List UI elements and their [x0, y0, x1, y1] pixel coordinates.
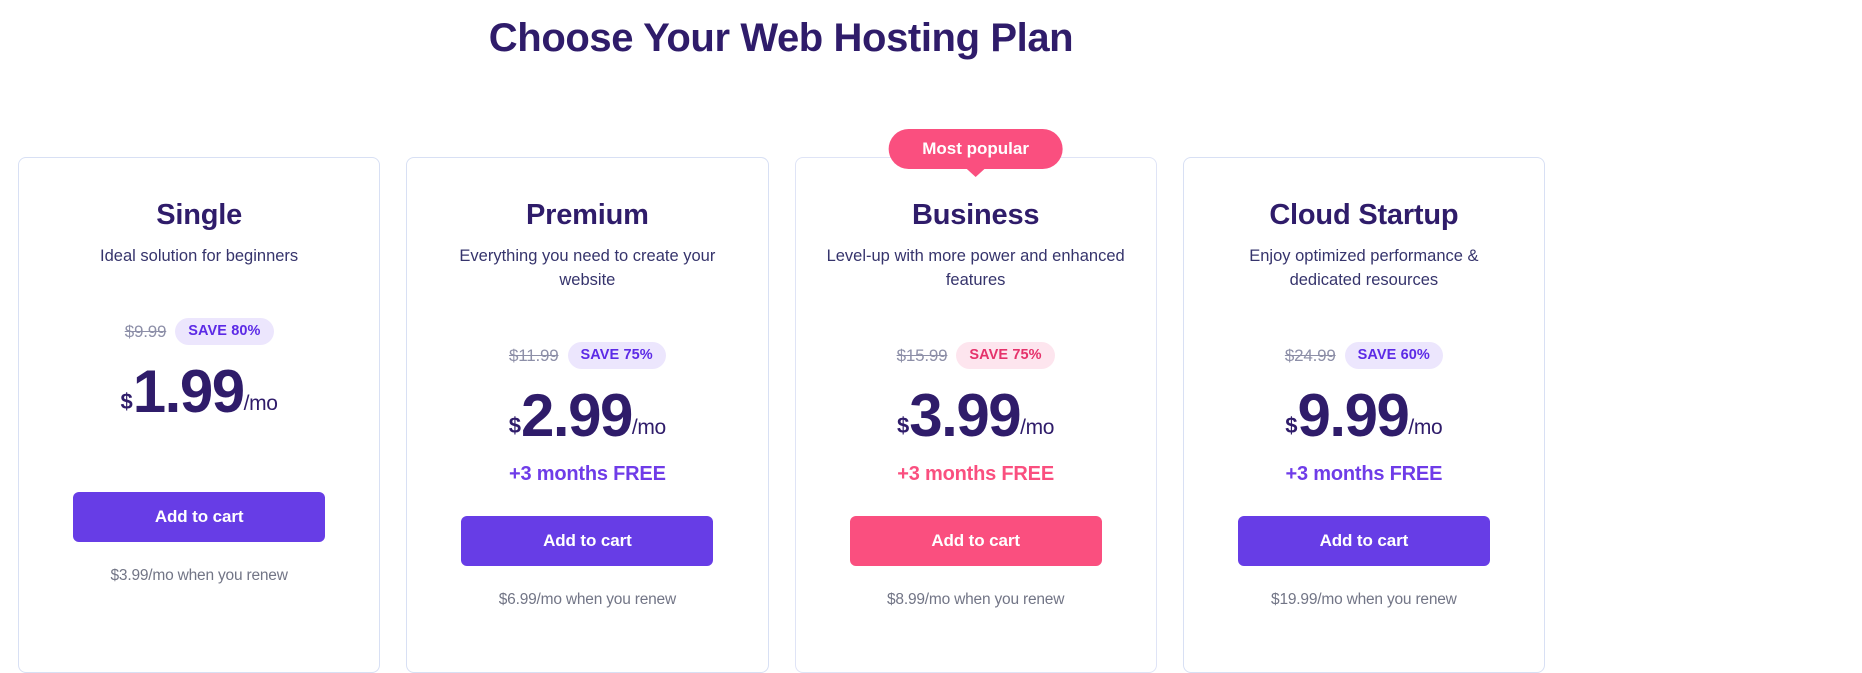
price-amount: 2.99 [521, 381, 633, 449]
page-title: Choose Your Web Hosting Plan [488, 16, 1074, 60]
discount-row: $24.99 SAVE 60% [1285, 341, 1443, 371]
currency-symbol: $ [897, 412, 910, 438]
plan-description: Ideal solution for beginners [100, 246, 299, 265]
renewal-note: $3.99/mo when you renew [110, 566, 288, 584]
pricing-card-single[interactable]: Single Ideal solution for beginners $9.9… [18, 157, 381, 673]
price-amount: 3.99 [909, 381, 1021, 449]
plan-name: Premium [526, 199, 649, 231]
price-amount: 9.99 [1297, 381, 1410, 449]
original-price: $9.99 [124, 321, 167, 341]
price-period: /mo [631, 415, 666, 439]
currency-symbol: $ [508, 412, 522, 438]
price-amount: 1.99 [132, 357, 245, 425]
currency-symbol: $ [1285, 412, 1298, 438]
pricing-card-business[interactable]: Most popular Business Level-up with more… [794, 129, 1157, 673]
price-display: $ 3.99 /mo [897, 381, 1055, 449]
price-display: $ 1.99 /mo [120, 357, 278, 425]
save-badge: SAVE 75% [567, 341, 666, 370]
most-popular-badge: Most popular [888, 129, 1063, 169]
price-period: /mo [1408, 415, 1443, 439]
original-price: $11.99 [508, 345, 559, 365]
original-price: $24.99 [1284, 345, 1336, 365]
discount-row: $11.99 SAVE 75% [509, 341, 666, 371]
save-badge: SAVE 80% [175, 317, 274, 346]
plan-description: Everything you need to create your websi… [459, 246, 716, 289]
free-months-note: +3 months FREE [509, 462, 666, 485]
renewal-note: $6.99/mo when you renew [498, 590, 676, 608]
save-badge: SAVE 75% [956, 341, 1055, 370]
renewal-note: $19.99/mo when you renew [1271, 590, 1457, 608]
free-months-note: +3 months FREE [897, 462, 1054, 485]
free-months-note: +3 months FREE [1285, 462, 1443, 485]
price-period: /mo [243, 391, 278, 415]
plan-description: Level-up with more power and enhanced fe… [826, 246, 1125, 289]
pricing-page: Choose Your Web Hosting Plan Single Idea… [0, 0, 1862, 673]
original-price: $15.99 [896, 345, 948, 365]
renewal-note: $8.99/mo when you renew [887, 590, 1065, 608]
discount-row: $15.99 SAVE 75% [897, 341, 1055, 371]
plan-name: Single [156, 199, 243, 231]
add-to-cart-button[interactable]: Add to cart [73, 491, 326, 542]
add-to-cart-button[interactable]: Add to cart [1237, 515, 1490, 566]
discount-row: $9.99 SAVE 80% [125, 317, 274, 347]
pricing-card-list: Single Ideal solution for beginners $9.9… [18, 129, 1545, 673]
add-to-cart-button[interactable]: Add to cart [461, 515, 714, 566]
add-to-cart-button[interactable]: Add to cart [849, 515, 1102, 566]
save-badge: SAVE 60% [1344, 341, 1443, 370]
pricing-card-premium[interactable]: Premium Everything you need to create yo… [406, 157, 769, 673]
plan-name: Cloud Startup [1269, 199, 1459, 231]
price-period: /mo [1020, 415, 1055, 439]
price-display: $ 9.99 /mo [1285, 381, 1443, 449]
plan-name: Business [911, 199, 1040, 231]
plan-description: Enjoy optimized performance & dedicated … [1249, 246, 1479, 289]
currency-symbol: $ [120, 388, 133, 414]
pricing-card-cloud-startup[interactable]: Cloud Startup Enjoy optimized performanc… [1182, 157, 1545, 673]
price-display: $ 2.99 /mo [508, 381, 666, 449]
